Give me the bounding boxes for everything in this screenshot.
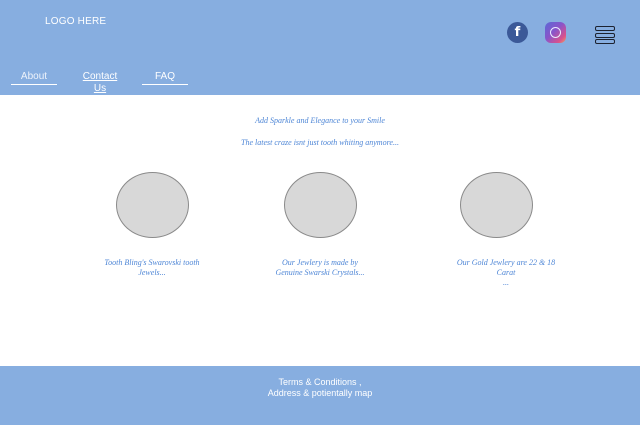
menu-bar [595,32,615,38]
feature-image-3[interactable] [460,172,533,238]
feature-caption-2-line2: Genuine Swarski Crystals... [275,268,365,277]
nav-faq-link[interactable]: FAQ [142,71,188,85]
footer-terms[interactable]: Terms & Conditions , [0,377,640,388]
menu-bar [595,26,615,31]
feature-caption-1-line1: Tooth Bling's Swarovski tooth [104,258,200,267]
hamburger-menu-icon[interactable] [595,26,615,44]
feature-caption-1-line2: Jewels... [138,268,166,277]
feature-caption-3-line2: ... [503,278,509,287]
logo[interactable]: LOGO HERE [45,16,106,27]
feature-caption-2-line1: Our Jewlery is made by [282,258,358,267]
nav-about-link[interactable]: About [11,71,57,85]
site-footer: Terms & Conditions , Address & potiental… [0,366,640,425]
nav-contact-link[interactable]: Contact Us [77,71,123,95]
nav-about-underline [11,84,57,85]
feature-caption-2: Our Jewlery is made by Genuine Swarski C… [265,258,375,278]
feature-image-2[interactable] [284,172,357,238]
nav-about-label: About [20,71,48,82]
nav-contact-label: Contact Us [82,71,118,94]
feature-image-1[interactable] [116,172,189,238]
nav-faq-underline [142,84,188,85]
feature-caption-1: Tooth Bling's Swarovski tooth Jewels... [97,258,207,278]
tagline: Add Sparkle and Elegance to your Smile [255,116,385,125]
instagram-icon[interactable] [545,22,566,43]
feature-caption-3: Our Gold Jewlery are 22 & 18 Carat ... [451,258,561,288]
feature-caption-3-line1: Our Gold Jewlery are 22 & 18 Carat [456,258,556,277]
facebook-icon[interactable]: f [507,22,528,43]
menu-bar [595,39,615,44]
subtagline: The latest craze isnt just tooth whiting… [241,138,399,147]
footer-address: Address & potientally map [267,388,373,398]
nav-faq-label: FAQ [154,71,175,82]
site-header: LOGO HERE About Contact Us FAQ f [0,0,640,95]
